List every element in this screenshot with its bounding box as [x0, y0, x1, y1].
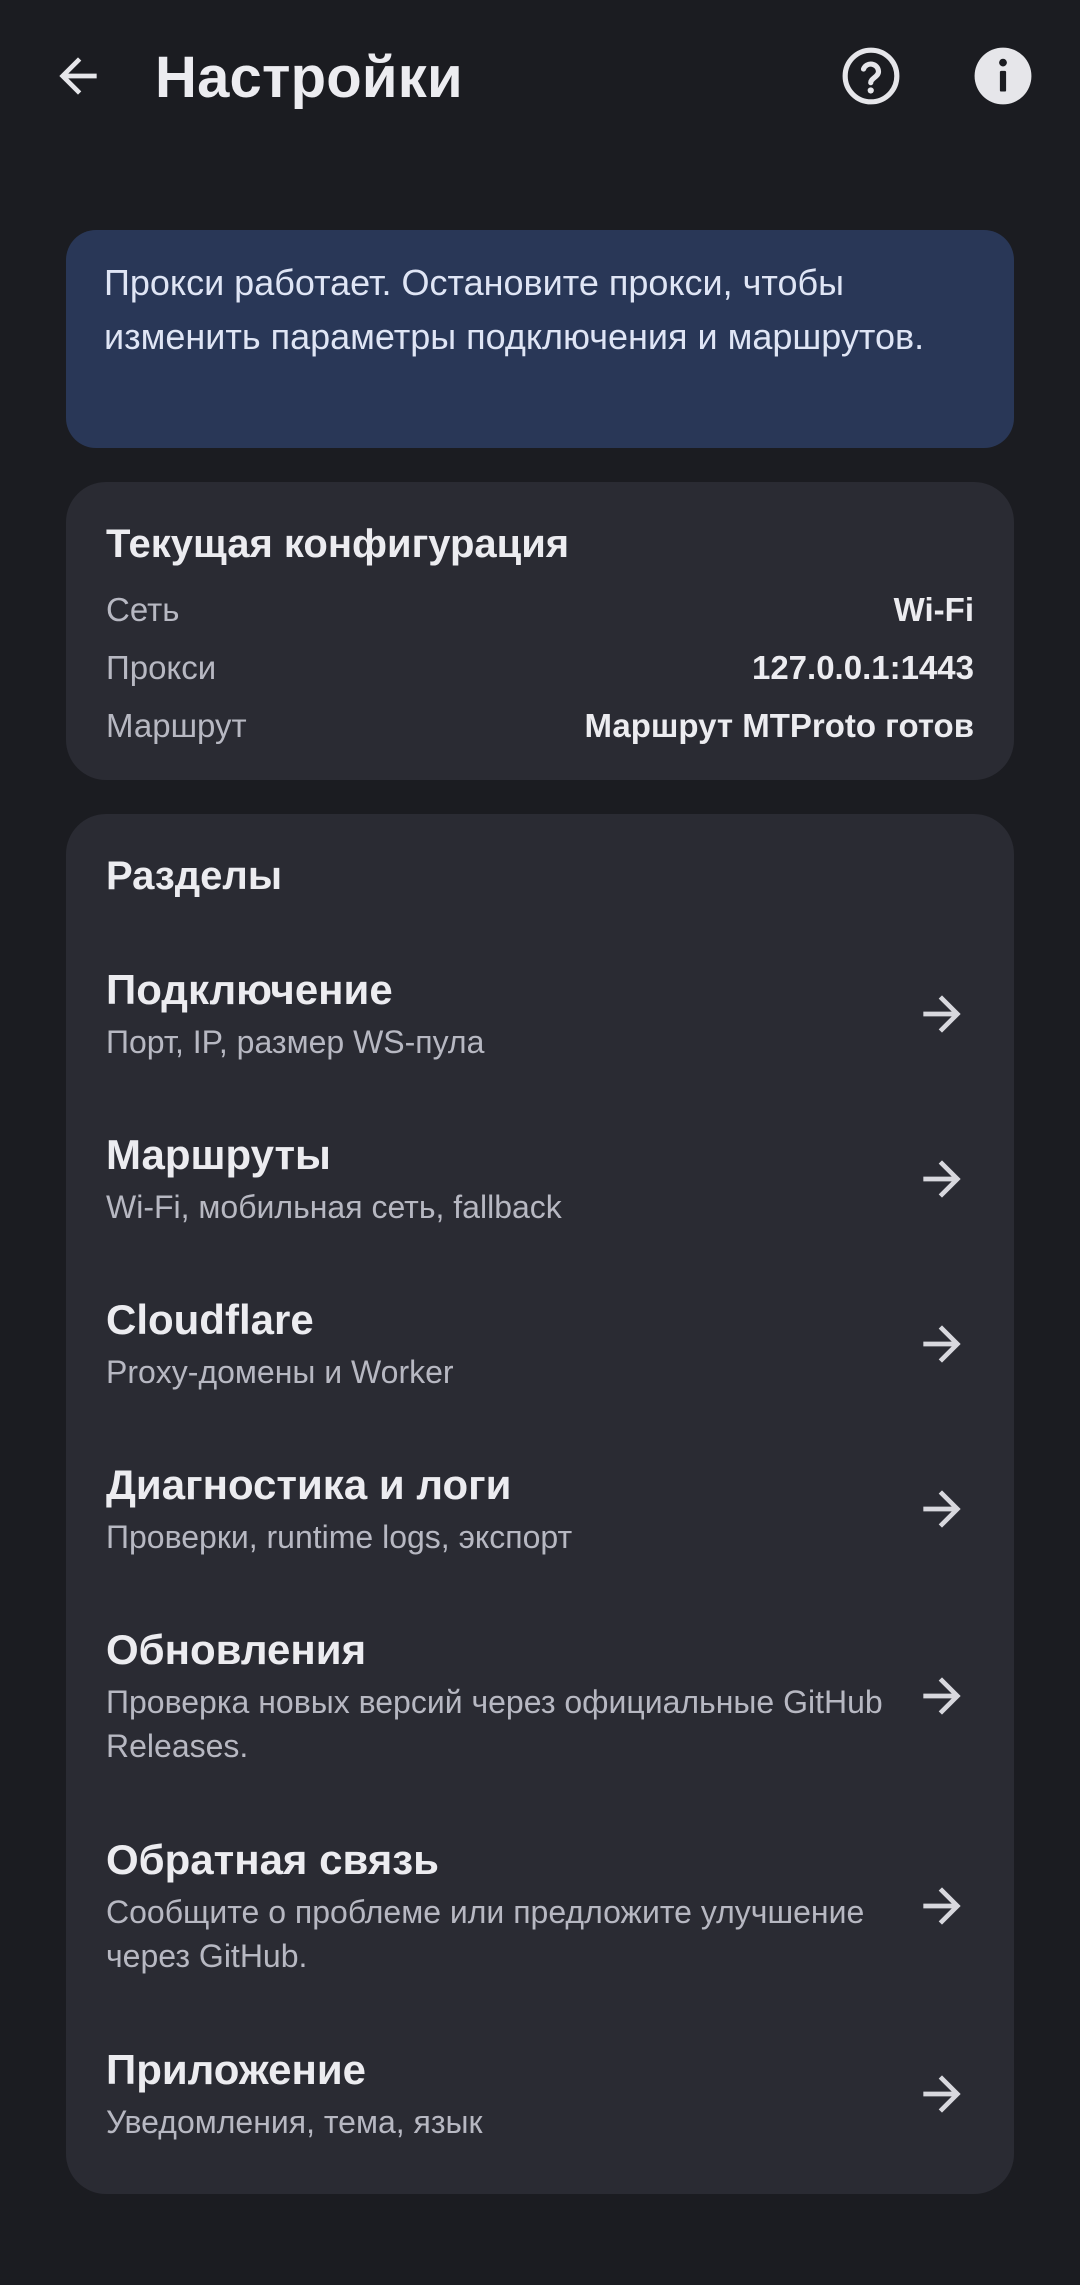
config-card-title: Текущая конфигурация	[106, 522, 570, 566]
section-item-title: Маршруты	[106, 1131, 331, 1178]
help-circle-icon	[842, 47, 900, 105]
arrow-right-icon	[923, 2075, 961, 2113]
section-item-subtitle: Проверки, runtime logs, экспорт	[106, 1519, 573, 1555]
config-row-proxy: Прокси 127.0.0.1:1443	[106, 643, 974, 693]
section-item-subtitle: Уведомления, тема, язык	[106, 2104, 483, 2140]
config-value: Маршрут MTProto готов	[584, 707, 974, 744]
section-item-diagnostics[interactable]: Диагностика и логи Проверки, runtime log…	[66, 1435, 1014, 1559]
arrow-right-icon	[923, 1677, 961, 1715]
section-item-feedback[interactable]: Обратная связь Сообщите о проблеме или п…	[66, 1810, 1014, 1978]
arrow-right-icon	[923, 1325, 961, 1363]
section-item-subtitle: Проверка новых версий через официальные …	[106, 1684, 883, 1764]
section-item-subtitle: Порт, IP, размер WS-пула	[106, 1024, 485, 1060]
app-bar: Настройки	[0, 0, 1080, 160]
section-item-title: Приложение	[106, 2046, 367, 2093]
arrow-right-icon	[923, 1160, 961, 1198]
sections-card-title: Разделы	[106, 854, 282, 898]
arrow-right-icon	[923, 1887, 961, 1925]
banner-text: Прокси работает. Остановите прокси, чтоб…	[104, 262, 925, 357]
arrow-left-icon	[59, 57, 97, 95]
section-item-title: Cloudflare	[106, 1296, 314, 1343]
arrow-right-icon	[923, 995, 961, 1033]
section-item-subtitle: Сообщите о проблеме или предложите улучш…	[106, 1894, 865, 1974]
section-item-updates[interactable]: Обновления Проверка новых версий через о…	[66, 1600, 1014, 1768]
section-item-connection[interactable]: Подключение Порт, IP, размер WS-пула	[66, 940, 1014, 1064]
current-config-card: Текущая конфигурация Сеть Wi-Fi Прокси 1…	[66, 482, 1014, 780]
section-item-title: Подключение	[106, 966, 393, 1013]
section-item-cloudflare[interactable]: Cloudflare Proxy-домены и Worker	[66, 1270, 1014, 1394]
config-value: Wi-Fi	[893, 591, 974, 628]
section-item-subtitle: Wi-Fi, мобильная сеть, fallback	[106, 1189, 562, 1225]
config-label: Прокси	[106, 649, 217, 686]
section-item-title: Диагностика и логи	[106, 1461, 512, 1508]
config-row-route: Маршрут Маршрут MTProto готов	[106, 701, 974, 751]
back-button[interactable]	[30, 28, 126, 124]
config-value: 127.0.0.1:1443	[751, 649, 974, 686]
config-label: Сеть	[106, 591, 180, 628]
section-item-title: Обратная связь	[106, 1836, 439, 1883]
section-item-application[interactable]: Приложение Уведомления, тема, язык	[66, 2020, 1014, 2144]
config-label: Маршрут	[106, 707, 247, 744]
sections-card: Разделы Подключение Порт, IP, размер WS-…	[66, 814, 1014, 2194]
help-button[interactable]	[823, 28, 919, 124]
page-title: Настройки	[155, 45, 463, 110]
arrow-right-icon	[923, 1490, 961, 1528]
section-item-title: Обновления	[106, 1626, 367, 1673]
section-item-subtitle: Proxy-домены и Worker	[106, 1354, 454, 1390]
info-circle-icon	[974, 47, 1032, 105]
section-item-routes[interactable]: Маршруты Wi-Fi, мобильная сеть, fallback	[66, 1105, 1014, 1229]
info-button[interactable]	[955, 28, 1051, 124]
proxy-running-banner: Прокси работает. Остановите прокси, чтоб…	[66, 230, 1014, 448]
config-row-network: Сеть Wi-Fi	[106, 585, 974, 635]
